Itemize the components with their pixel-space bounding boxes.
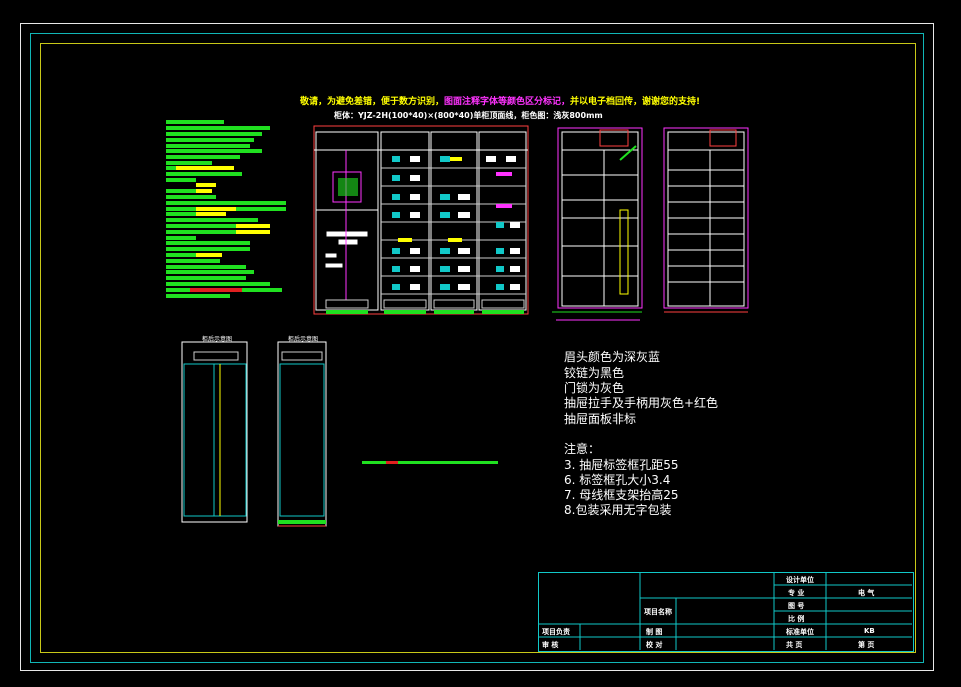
tb-check: 校 对	[646, 641, 663, 649]
side-frame-1	[552, 127, 643, 321]
note-line-5: 抽屉面板非标	[564, 412, 637, 426]
note-line-1: 眉头颜色为深灰蓝	[564, 350, 661, 364]
tb-drawn: 制 图	[646, 628, 663, 636]
note-heading: 注意：	[564, 442, 601, 456]
drawer-rows	[381, 167, 526, 295]
tb-review: 审 核	[542, 641, 559, 649]
tb-design-unit: 设计单位	[786, 576, 814, 584]
right-cabinet-label: 柜后示意图	[288, 336, 319, 343]
side-frame-2	[663, 127, 749, 313]
tb-standard-unit: 标准单位	[786, 628, 814, 636]
tb-standard-value: KB	[864, 627, 875, 635]
tb-drawing-no: 图 号	[788, 602, 805, 610]
loose-bar	[362, 461, 498, 464]
tb-specialty-value: 电 气	[858, 589, 875, 597]
tb-page-no: 第 页	[858, 641, 875, 649]
left-cabinet-label: 柜后示意图	[202, 336, 233, 343]
tb-project-name: 项目名称	[644, 608, 672, 616]
note-line-4: 抽屉拉手及手柄用灰色+红色	[564, 396, 719, 410]
rear-cabinet-left	[181, 341, 248, 523]
tb-project-lead: 项目负责	[542, 628, 570, 636]
note-item-4: 8.包装采用无字包装	[564, 503, 672, 517]
tb-specialty-label: 专 业	[788, 589, 805, 597]
front-elevation	[313, 125, 529, 315]
rear-cabinet-right	[277, 341, 327, 527]
tb-scale: 比 例	[788, 615, 805, 623]
tb-page-total: 共 页	[786, 641, 803, 649]
